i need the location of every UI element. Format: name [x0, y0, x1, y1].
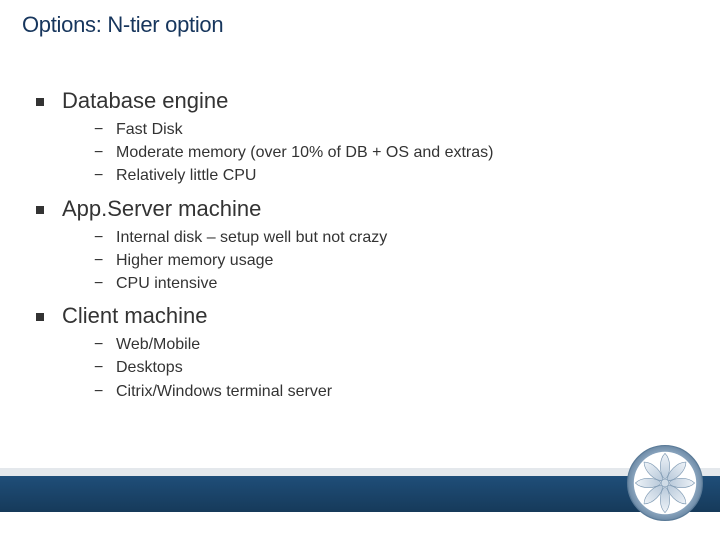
footer-band-accent	[0, 468, 720, 476]
square-bullet-icon	[36, 206, 44, 214]
footer-band	[0, 468, 720, 512]
square-bullet-icon	[36, 98, 44, 106]
list-item: − Moderate memory (over 10% of DB + OS a…	[94, 141, 690, 164]
section-heading: App.Server machine	[34, 196, 690, 222]
dash-bullet-icon: −	[94, 141, 116, 164]
list-item: − Fast Disk	[94, 118, 690, 141]
sub-list: − Internal disk – setup well but not cra…	[94, 226, 690, 296]
section-heading-text: App.Server machine	[62, 196, 261, 222]
dash-bullet-icon: −	[94, 226, 116, 249]
list-item: − Higher memory usage	[94, 249, 690, 272]
section-database-engine: Database engine − Fast Disk − Moderate m…	[34, 88, 690, 188]
list-item-text: Web/Mobile	[116, 333, 200, 356]
section-heading-text: Database engine	[62, 88, 228, 114]
dash-bullet-icon: −	[94, 118, 116, 141]
section-heading-text: Client machine	[62, 303, 208, 329]
dash-bullet-icon: −	[94, 333, 116, 356]
sub-list: − Fast Disk − Moderate memory (over 10% …	[94, 118, 690, 188]
dash-bullet-icon: −	[94, 164, 116, 187]
sub-list: − Web/Mobile − Desktops − Citrix/Windows…	[94, 333, 690, 403]
footer-band-main	[0, 476, 720, 512]
list-item: − CPU intensive	[94, 272, 690, 295]
slide-title: Options: N-tier option	[22, 12, 223, 38]
list-item-text: Fast Disk	[116, 118, 183, 141]
section-heading: Client machine	[34, 303, 690, 329]
dash-bullet-icon: −	[94, 380, 116, 403]
section-appserver-machine: App.Server machine − Internal disk – set…	[34, 196, 690, 296]
list-item-text: Internal disk – setup well but not crazy	[116, 226, 387, 249]
list-item-text: Citrix/Windows terminal server	[116, 380, 332, 403]
list-item-text: Desktops	[116, 356, 183, 379]
list-item-text: Relatively little CPU	[116, 164, 256, 187]
list-item: − Web/Mobile	[94, 333, 690, 356]
list-item: − Internal disk – setup well but not cra…	[94, 226, 690, 249]
section-heading: Database engine	[34, 88, 690, 114]
list-item: − Citrix/Windows terminal server	[94, 380, 690, 403]
list-item-text: Moderate memory (over 10% of DB + OS and…	[116, 141, 493, 164]
list-item: − Desktops	[94, 356, 690, 379]
slide-content: Database engine − Fast Disk − Moderate m…	[34, 88, 690, 411]
dash-bullet-icon: −	[94, 272, 116, 295]
list-item-text: CPU intensive	[116, 272, 217, 295]
section-client-machine: Client machine − Web/Mobile − Desktops −…	[34, 303, 690, 403]
dash-bullet-icon: −	[94, 249, 116, 272]
list-item: − Relatively little CPU	[94, 164, 690, 187]
list-item-text: Higher memory usage	[116, 249, 273, 272]
slide: Options: N-tier option Database engine −…	[0, 0, 720, 540]
square-bullet-icon	[36, 313, 44, 321]
dash-bullet-icon: −	[94, 356, 116, 379]
snowflake-star-logo-icon	[626, 444, 704, 522]
